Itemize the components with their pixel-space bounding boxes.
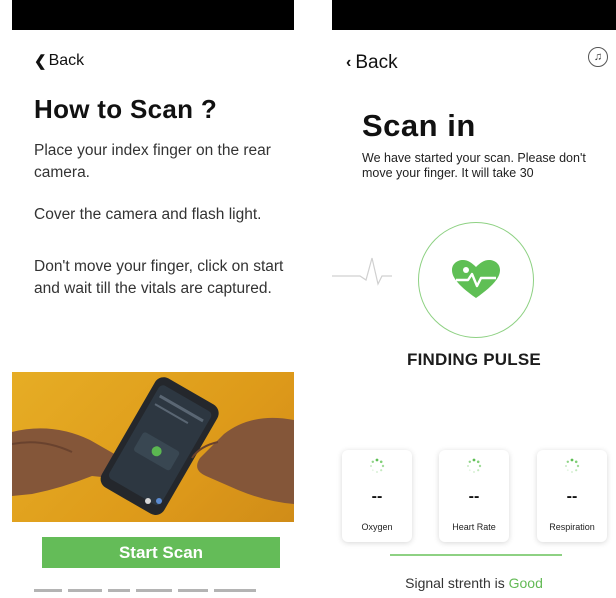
- how-to-scan-screen: ❮ Back How to Scan ? Place your index fi…: [12, 0, 294, 598]
- music-toggle-button[interactable]: ♫: [588, 47, 608, 67]
- scan-status-label: FINDING PULSE: [407, 350, 541, 369]
- scan-description: We have started your scan. Please don't …: [362, 151, 607, 180]
- signal-quality: Good: [508, 575, 543, 591]
- vital-card-heart-rate: -- Heart Rate: [439, 450, 509, 542]
- back-button[interactable]: ‹ Back: [346, 52, 398, 74]
- chevron-left-icon: ❮: [34, 53, 47, 70]
- heart-rate-value: --: [468, 488, 480, 505]
- vital-card-respiration: -- Respiration: [537, 450, 607, 542]
- scan-description-line-1: We have started your scan. Please don't: [362, 151, 586, 165]
- signal-strength-text: Signal strenth is Good: [332, 575, 616, 591]
- instruction-step-1: Place your index finger on the rear came…: [34, 142, 271, 181]
- instruction-image: [12, 372, 294, 522]
- back-button[interactable]: ❮ Back: [34, 52, 84, 70]
- loading-spinner-icon: [370, 458, 385, 473]
- heart-rate-label: Heart Rate: [452, 522, 496, 532]
- start-scan-button[interactable]: Start Scan: [42, 537, 280, 568]
- heart-pulse-icon: [452, 260, 500, 298]
- chevron-left-icon: ‹: [346, 54, 352, 71]
- blurred-footer-text: [34, 584, 284, 598]
- signal-prefix: Signal strenth is: [405, 575, 505, 591]
- instruction-step-2: Cover the camera and flash light.: [34, 206, 262, 223]
- scan-description-line-2: move your finger. It will take 30: [362, 165, 534, 180]
- status-bar: [332, 0, 616, 30]
- carousel-dot-active[interactable]: [155, 498, 162, 504]
- respiration-value: --: [566, 488, 578, 505]
- pulse-wave-icon: [332, 257, 392, 286]
- oxygen-label: Oxygen: [361, 522, 393, 532]
- carousel-indicator: [12, 498, 294, 504]
- carousel-dot[interactable]: [144, 498, 151, 504]
- back-label: Back: [355, 52, 398, 73]
- loading-spinner-icon: [467, 458, 482, 473]
- vital-card-oxygen: -- Oxygen: [342, 450, 412, 542]
- loading-spinner-icon: [565, 458, 580, 473]
- status-bar: [12, 0, 294, 30]
- respiration-label: Respiration: [549, 522, 595, 532]
- back-label: Back: [48, 52, 85, 69]
- page-title: Scan in: [362, 108, 476, 143]
- music-note-icon: ♫: [593, 51, 603, 63]
- instruction-step-3: Don't move your finger, click on start a…: [34, 258, 284, 297]
- page-title: How to Scan ?: [34, 94, 218, 124]
- oxygen-value: --: [371, 488, 383, 505]
- scan-in-progress-screen: ‹ Back ♫ Scan in We have started your sc…: [332, 0, 616, 598]
- signal-strength-bar: [390, 554, 562, 556]
- pulse-indicator: [418, 222, 534, 338]
